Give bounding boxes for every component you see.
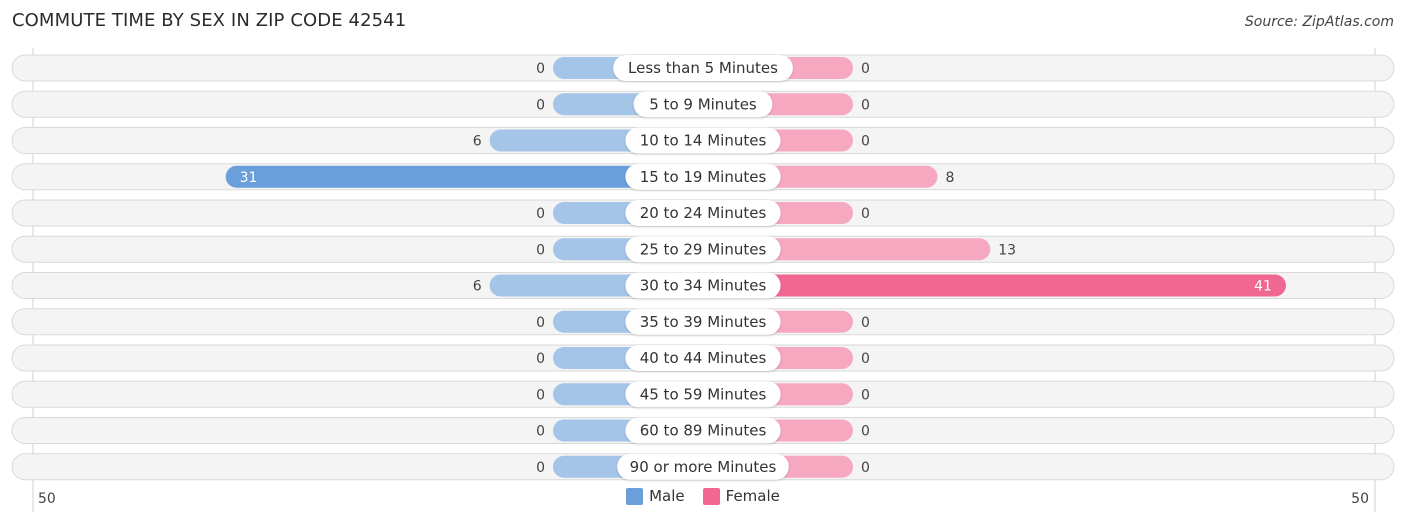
chart-canvas: Less than 5 Minutes0 05 to 9 Minutes0 010 …: [11, 48, 1395, 512]
value-label-female: 0: [861, 315, 870, 331]
value-label-male: 0: [536, 351, 545, 367]
bar-row: 90 or more Minutes 0 0: [11, 453, 1395, 481]
value-label-female: 0: [861, 424, 870, 440]
value-label-female: 0: [861, 97, 870, 113]
value-label-female: 0: [861, 206, 870, 222]
category-label: 45 to 59 Minutes: [640, 385, 767, 403]
bar-row: Less than 5 Minutes 0 0: [11, 54, 1395, 82]
bar-row: 45 to 59 Minutes 0 0: [11, 380, 1395, 408]
legend-label-female: Female: [725, 487, 780, 505]
category-label: 20 to 24 Minutes: [640, 204, 767, 222]
bar-row: 35 to 39 Minutes 0 0: [11, 308, 1395, 336]
legend-label-male: Male: [649, 487, 685, 505]
value-label-male: 0: [536, 387, 545, 403]
value-label-female: 0: [861, 460, 870, 476]
value-label-female: 13: [998, 242, 1016, 258]
bar-row: 15 to 19 Minutes 31 8: [11, 163, 1395, 191]
value-label-female: 0: [861, 351, 870, 367]
value-label-male: 0: [536, 97, 545, 113]
bar-row: 10 to 14 Minutes 6 0: [11, 127, 1395, 154]
value-label-female: 41: [1254, 279, 1272, 295]
value-label-male: 6: [473, 134, 482, 150]
bar-row: 25 to 29 Minutes 0 13: [11, 235, 1395, 263]
bar-row: 5 to 9 Minutes 0 0: [11, 90, 1395, 118]
bar-female[interactable]: [703, 274, 1286, 297]
bar-row: 20 to 24 Minutes 0 0: [11, 199, 1395, 227]
legend-item-female[interactable]: Female: [702, 487, 780, 505]
value-label-male: 0: [536, 315, 545, 331]
value-label-male: 6: [473, 279, 482, 295]
legend-item-male[interactable]: Male: [626, 487, 685, 505]
value-label-male: 31: [240, 170, 258, 186]
value-label-male: 0: [536, 424, 545, 440]
category-label: 60 to 89 Minutes: [640, 422, 767, 440]
value-label-male: 0: [536, 242, 545, 258]
category-label: 30 to 34 Minutes: [640, 277, 767, 295]
legend-swatch-female: [702, 487, 720, 505]
category-label: 35 to 39 Minutes: [640, 313, 767, 331]
category-label: 5 to 9 Minutes: [649, 95, 757, 113]
value-label-female: 0: [861, 134, 870, 150]
category-label: Less than 5 Minutes: [628, 59, 778, 77]
category-label: 90 or more Minutes: [630, 458, 777, 476]
value-label-male: 0: [536, 460, 545, 476]
value-label-male: 0: [536, 61, 545, 77]
legend-swatch-male: [626, 487, 644, 505]
bar-row: 60 to 89 Minutes 0 0: [11, 417, 1395, 444]
value-label-female: 0: [861, 387, 870, 403]
bar-row: 30 to 34 Minutes 6 41: [11, 272, 1395, 299]
value-label-male: 0: [536, 206, 545, 222]
value-label-female: 0: [861, 61, 870, 77]
category-label: 15 to 19 Minutes: [640, 168, 767, 186]
category-label: 10 to 14 Minutes: [640, 132, 767, 150]
legend: Male Female: [0, 487, 1406, 505]
category-label: 40 to 44 Minutes: [640, 349, 767, 367]
value-label-female: 8: [945, 170, 954, 186]
bar-row: 40 to 44 Minutes 0 0: [11, 344, 1395, 372]
category-label: 25 to 29 Minutes: [640, 240, 767, 258]
